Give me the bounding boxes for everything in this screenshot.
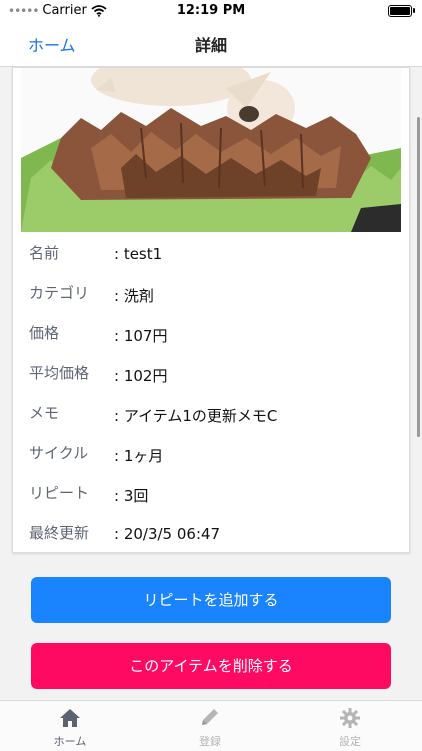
- detail-value: : アイテム1の更新メモC: [114, 407, 278, 425]
- tab-bar: ホーム 登録 設定: [0, 700, 422, 751]
- detail-value: : 107円: [114, 327, 168, 345]
- detail-row-cycle: サイクル : 1ヶ月: [29, 442, 399, 466]
- delete-item-button[interactable]: このアイテムを削除する: [31, 643, 391, 689]
- tab-register[interactable]: 登録: [165, 707, 255, 749]
- detail-scroll-view[interactable]: 名前 : test1 カテゴリ : 洗剤 価格 : 107円 平均価格 : 10…: [0, 67, 422, 700]
- tab-settings[interactable]: 設定: [305, 707, 395, 749]
- detail-value: : test1: [114, 245, 163, 263]
- gear-icon: [340, 708, 360, 728]
- scrollbar[interactable]: [417, 117, 420, 437]
- item-photo: [21, 68, 401, 232]
- add-repeat-button[interactable]: リピートを追加する: [31, 577, 391, 623]
- detail-row-price: 価格 : 107円: [29, 322, 399, 346]
- detail-row-category: カテゴリ : 洗剤: [29, 282, 399, 306]
- detail-label: 価格: [29, 324, 60, 342]
- detail-label: 名前: [29, 244, 60, 262]
- tab-label: 登録: [199, 735, 221, 748]
- navigation-bar: ホーム 詳細: [0, 22, 422, 67]
- detail-value: : 洗剤: [114, 287, 154, 305]
- item-detail-card: 名前 : test1 カテゴリ : 洗剤 価格 : 107円 平均価格 : 10…: [12, 67, 410, 553]
- detail-value: : 1ヶ月: [114, 447, 164, 465]
- detail-label: 最終更新: [29, 524, 90, 542]
- detail-value: : 20/3/5 06:47: [114, 525, 221, 543]
- page-title: 詳細: [194, 36, 227, 55]
- detail-label: 平均価格: [29, 364, 90, 382]
- detail-label: メモ: [29, 404, 60, 422]
- detail-label: リピート: [29, 484, 90, 502]
- detail-value: : 102円: [114, 367, 168, 385]
- pencil-icon: [202, 709, 218, 725]
- home-icon: [60, 709, 80, 727]
- detail-row-last-updated: 最終更新 : 20/3/5 06:47: [29, 522, 399, 546]
- tab-label: 設定: [339, 735, 361, 748]
- detail-label: カテゴリ: [29, 284, 90, 302]
- detail-label: サイクル: [29, 444, 89, 462]
- status-bar: ••••• Carrier 12:19 PM: [0, 0, 422, 22]
- tab-label: ホーム: [53, 735, 87, 748]
- tab-home[interactable]: ホーム: [25, 707, 115, 749]
- battery-icon: [388, 5, 415, 17]
- detail-row-average-price: 平均価格 : 102円: [29, 362, 399, 386]
- detail-value: : 3回: [114, 487, 149, 505]
- detail-row-name: 名前 : test1: [29, 242, 399, 266]
- detail-row-memo: メモ : アイテム1の更新メモC: [29, 402, 399, 426]
- status-time: 12:19 PM: [176, 3, 246, 18]
- item-photo-image: [21, 68, 401, 232]
- detail-row-repeat: リピート : 3回: [29, 482, 399, 506]
